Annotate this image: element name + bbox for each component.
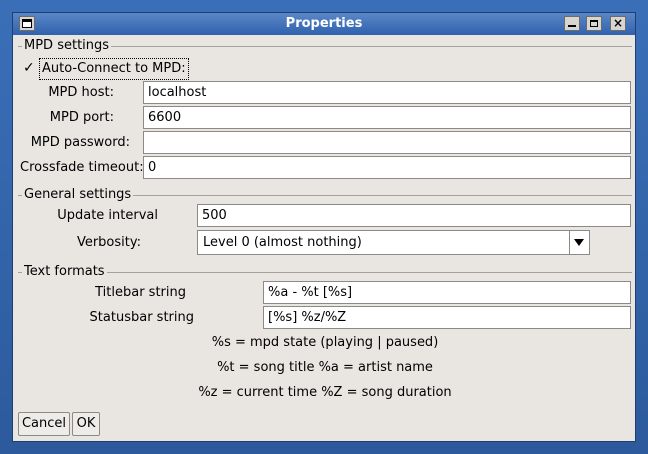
maximize-button[interactable] bbox=[586, 16, 602, 31]
titlebar-string-input[interactable]: %a - %t [%s] bbox=[263, 281, 631, 304]
chevron-down-icon[interactable] bbox=[569, 231, 589, 254]
crossfade-timeout-label: Crossfade timeout: bbox=[20, 160, 144, 175]
verbosity-select[interactable]: Level 0 (almost nothing) bbox=[197, 230, 590, 255]
format-help-title-artist: %t = song title %a = artist name bbox=[217, 360, 433, 375]
update-interval-input[interactable]: 500 bbox=[197, 204, 631, 227]
mpd-host-label: MPD host: bbox=[48, 85, 114, 100]
format-help-state: %s = mpd state (playing | paused) bbox=[211, 335, 439, 350]
general-settings-title: General settings bbox=[22, 187, 134, 203]
mpd-password-input[interactable] bbox=[143, 131, 631, 154]
verbosity-value: Level 0 (almost nothing) bbox=[203, 235, 362, 250]
ok-button[interactable]: OK bbox=[72, 412, 100, 436]
minimize-button[interactable] bbox=[564, 16, 580, 31]
close-button[interactable]: × bbox=[610, 16, 626, 31]
mpd-host-input[interactable]: localhost bbox=[143, 81, 631, 104]
statusbar-string-label: Statusbar string bbox=[89, 310, 194, 325]
mpd-settings-title: MPD settings bbox=[22, 38, 112, 54]
auto-connect-label[interactable]: Auto-Connect to MPD: bbox=[39, 58, 189, 80]
mpd-password-label: MPD password: bbox=[30, 135, 130, 150]
properties-window: Properties × MPD settings ✓ Auto-Connect… bbox=[12, 12, 636, 442]
auto-connect-checkbox[interactable]: ✓ bbox=[23, 61, 37, 75]
crossfade-timeout-input[interactable]: 0 bbox=[143, 156, 631, 179]
window-title: Properties bbox=[285, 16, 363, 31]
titlebar-string-label: Titlebar string bbox=[95, 285, 186, 300]
format-help-time: %z = current time %Z = song duration bbox=[198, 385, 452, 400]
text-formats-title: Text formats bbox=[22, 264, 107, 280]
update-interval-label: Update interval bbox=[57, 208, 158, 223]
mpd-port-label: MPD port: bbox=[49, 110, 114, 125]
titlebar[interactable]: Properties × bbox=[13, 13, 635, 35]
statusbar-string-input[interactable]: [%s] %z/%Z bbox=[263, 306, 631, 329]
verbosity-label: Verbosity: bbox=[76, 235, 141, 250]
mpd-port-input[interactable]: 6600 bbox=[143, 106, 631, 129]
cancel-button[interactable]: Cancel bbox=[18, 412, 70, 436]
